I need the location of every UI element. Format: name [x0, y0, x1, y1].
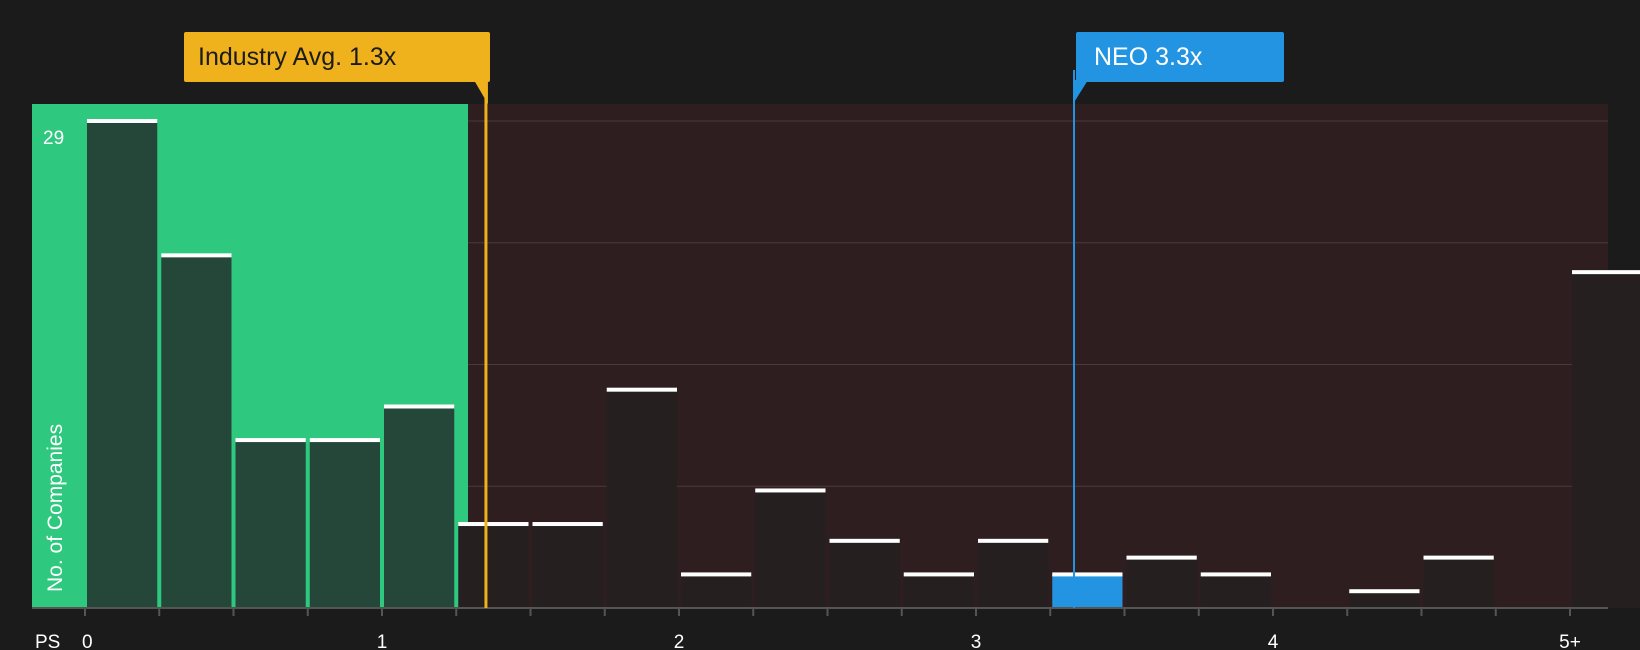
company-callout-pointer [1073, 80, 1089, 104]
industry-avg-callout: Industry Avg. 1.3x [184, 32, 490, 82]
x-tick-label: 3 [971, 632, 982, 650]
bar [1200, 574, 1271, 608]
x-tick-label: 1 [377, 632, 388, 650]
bar [903, 574, 974, 608]
bar [681, 574, 752, 608]
ps-ratio-chart: 0 1 2 3 4 5+ 29 No. of Companies PS [32, 70, 1640, 650]
bar [606, 389, 677, 608]
x-tick-label: 5+ [1559, 632, 1581, 650]
company-callout: NEO 3.3x [1076, 32, 1284, 82]
bar [1349, 591, 1420, 608]
bar [755, 490, 826, 608]
bar-cap [384, 404, 455, 409]
bar-cap [1200, 572, 1271, 577]
x-tick-label: 4 [1268, 632, 1279, 650]
bar [458, 524, 529, 608]
bar-cap [978, 538, 1049, 543]
bar [235, 440, 306, 608]
bar-cap [235, 438, 306, 443]
bar-cap [458, 522, 529, 527]
bar-highlight [1052, 574, 1123, 608]
bar [1423, 557, 1494, 608]
bar [309, 440, 380, 608]
y-axis-label: No. of Companies [44, 424, 67, 592]
bar [532, 524, 603, 608]
x-axis-label: PS [35, 632, 60, 650]
bar [829, 540, 900, 608]
bar-cap [606, 387, 677, 392]
bar [384, 406, 455, 608]
bar-cap [1052, 572, 1123, 577]
x-tick-label: 2 [674, 632, 685, 650]
bar-cap [87, 119, 158, 123]
bar-cap [681, 572, 752, 577]
bar [1126, 557, 1197, 608]
bar-cap [903, 572, 974, 577]
y-max-label: 29 [43, 128, 64, 149]
bar-cap [1349, 589, 1420, 594]
bar-cap [755, 488, 826, 493]
bar-cap [161, 253, 232, 258]
bar [161, 255, 232, 608]
bar [1572, 272, 1640, 608]
bar [87, 121, 158, 608]
bar-cap [1423, 555, 1494, 560]
bar-cap [532, 522, 603, 527]
bar [978, 540, 1049, 608]
bar-cap [1572, 270, 1640, 275]
bar-cap [309, 438, 380, 443]
bar-cap [829, 538, 900, 543]
x-axis-ticks: 0 1 2 3 4 5+ [82, 608, 1581, 650]
x-tick-label: 0 [82, 632, 93, 650]
bar-cap [1126, 555, 1197, 560]
